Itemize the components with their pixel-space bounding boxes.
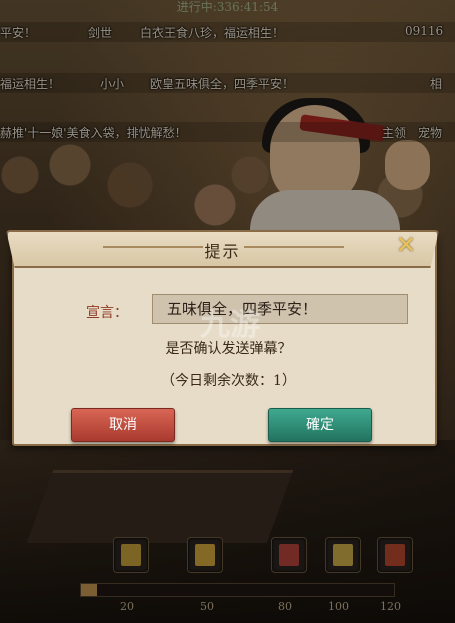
- close-icon[interactable]: ✕: [393, 232, 419, 258]
- declaration-field[interactable]: 五味俱全，四季平安！: [152, 294, 408, 324]
- declaration-label: 宣言：: [86, 305, 128, 321]
- confirm-button[interactable]: 確定: [268, 408, 372, 442]
- watermark-logo: 九游: [200, 308, 260, 343]
- dialog-header: 提示: [6, 230, 439, 268]
- remaining-count: （今日剩余次数：1）: [161, 373, 296, 389]
- dialog-title: 提示: [204, 242, 241, 261]
- cancel-button[interactable]: 取消: [71, 408, 175, 442]
